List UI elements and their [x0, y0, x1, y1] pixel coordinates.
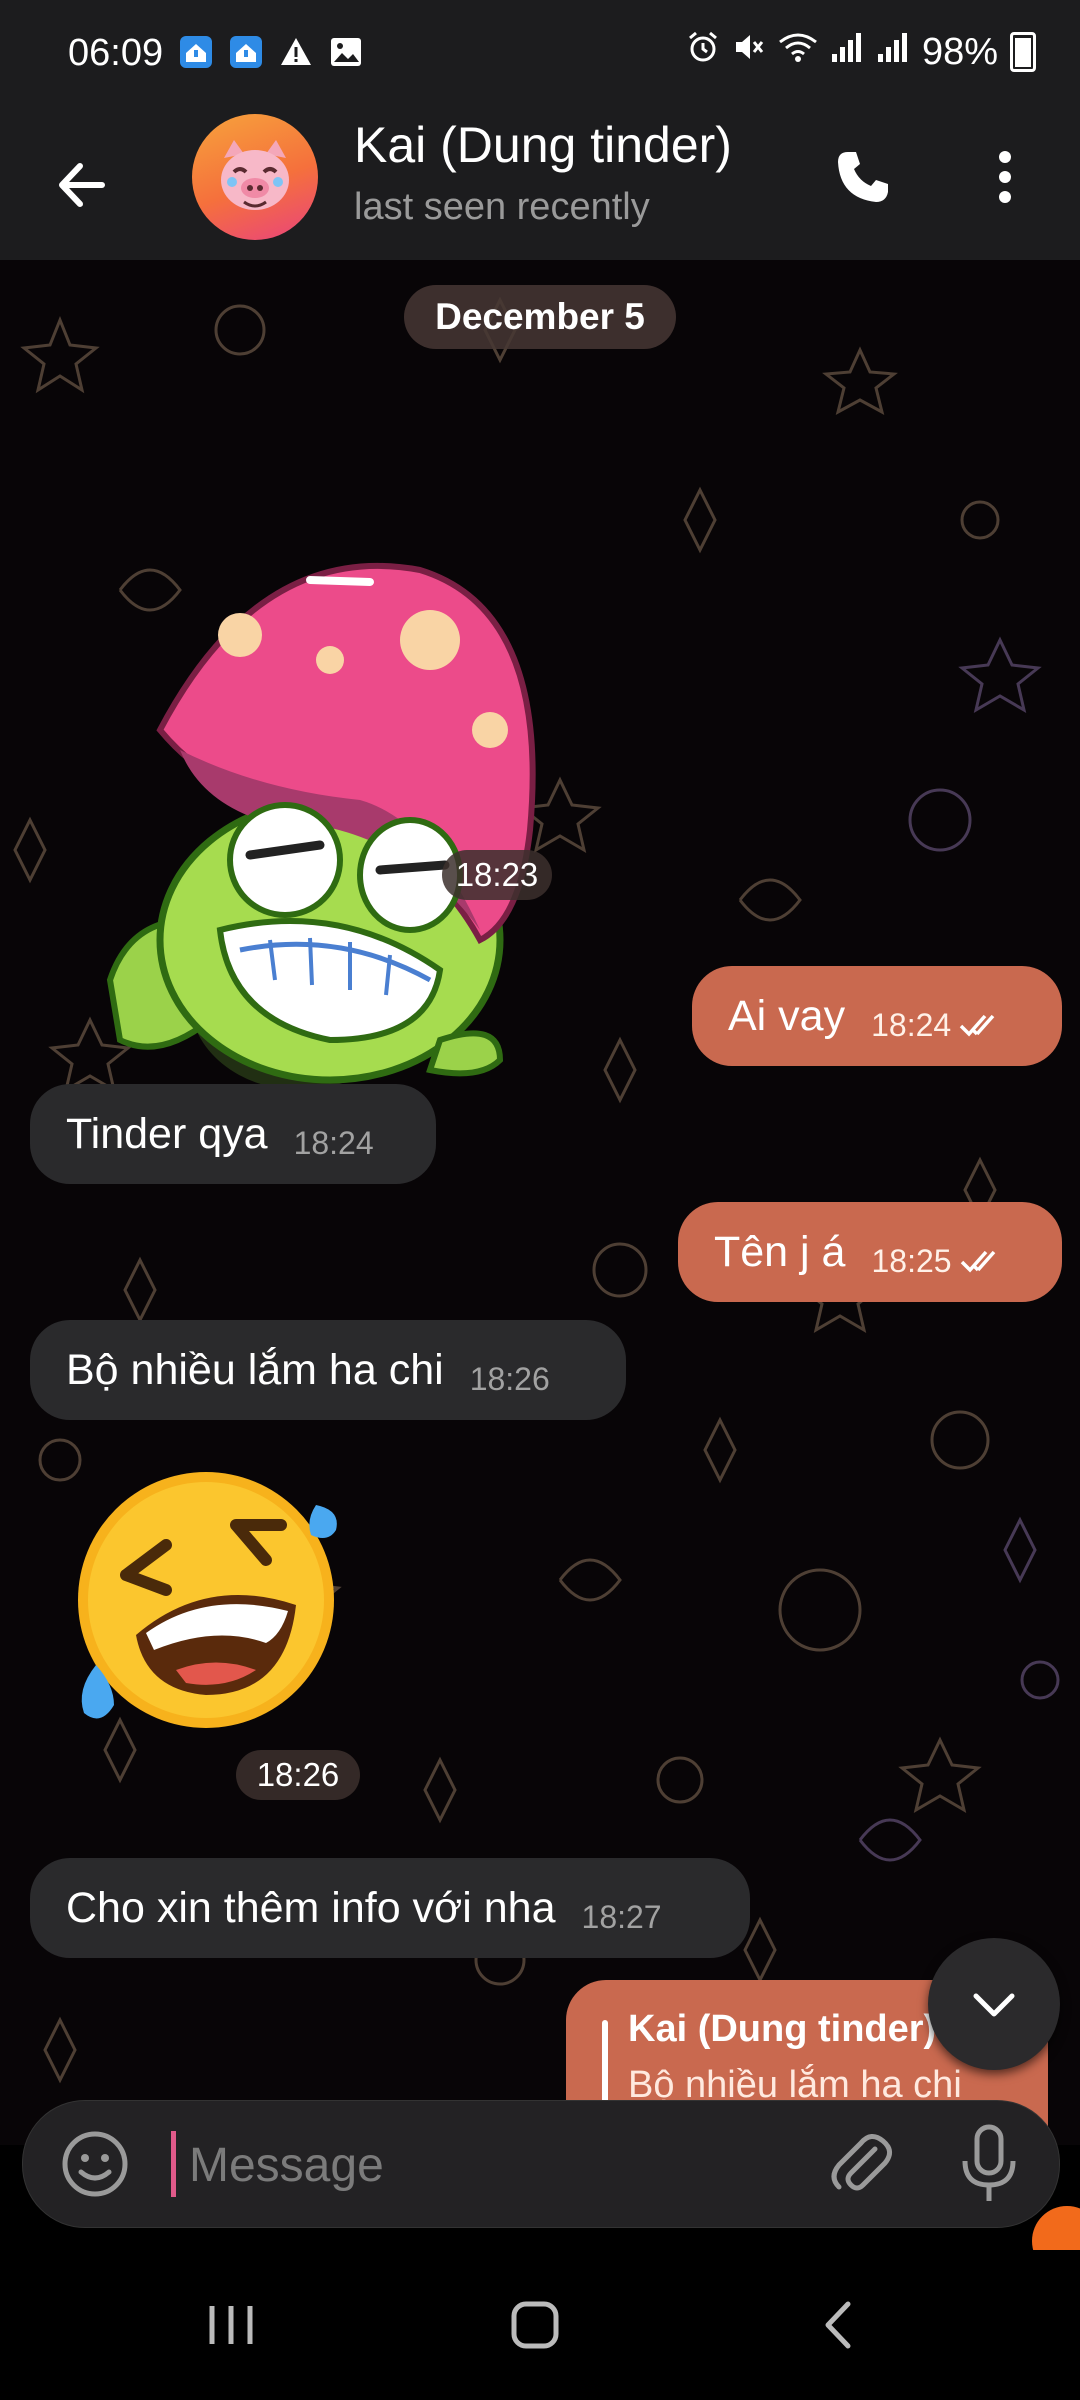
- status-time: 06:09: [68, 32, 164, 74]
- back-nav-button[interactable]: [794, 2290, 884, 2360]
- call-button[interactable]: [828, 142, 898, 212]
- message-text: Tinder qya: [66, 1109, 268, 1158]
- mute-icon: [732, 30, 766, 74]
- more-vertical-icon: [999, 151, 1011, 203]
- system-status: 98%: [686, 30, 1036, 74]
- sticker-message[interactable]: [100, 500, 550, 1130]
- message-list[interactable]: December 5 18:23 Ai vay 18:24 Tinder qya…: [0, 260, 1080, 2145]
- chat-header: Kai (Dung tinder) last seen recently: [0, 110, 1080, 260]
- system-navigation-bar: [0, 2250, 1080, 2400]
- message-text: Cho xin thêm info với nha: [66, 1883, 556, 1932]
- attach-button[interactable]: [823, 2125, 899, 2201]
- outgoing-message[interactable]: Tên j á 18:25: [678, 1202, 1062, 1302]
- battery-level: 98%: [921, 30, 998, 73]
- message-time: 18:25: [871, 1242, 952, 1279]
- battery-icon: [1010, 32, 1036, 72]
- back-button[interactable]: [48, 150, 118, 220]
- double-check-icon: [960, 1250, 995, 1273]
- laughing-emoji-sticker: [78, 1472, 337, 1728]
- message-text: Tên j á: [714, 1227, 846, 1276]
- home-alert-icon: [178, 34, 214, 70]
- paperclip-icon: [831, 2134, 892, 2191]
- image-icon: [328, 34, 364, 70]
- recent-apps-icon: [209, 2306, 253, 2344]
- message-time: 18:26: [236, 1750, 360, 1800]
- message-time: 18:24: [293, 1124, 374, 1161]
- message-text: Ai vay: [728, 991, 846, 1040]
- message-input[interactable]: [187, 2121, 811, 2209]
- recent-apps-button[interactable]: [186, 2290, 276, 2360]
- home-button[interactable]: [490, 2290, 580, 2360]
- message-time: 18:27: [581, 1898, 662, 1935]
- status-bar: 06:09 98%: [0, 0, 1080, 110]
- chevron-down-icon: [973, 1993, 1015, 2017]
- incoming-message[interactable]: Cho xin thêm info với nha 18:27: [30, 1858, 750, 1958]
- home-icon: [511, 2301, 559, 2349]
- phone-icon: [838, 152, 888, 202]
- message-composer: [22, 2100, 1060, 2228]
- wifi-icon: [778, 30, 818, 74]
- reply-author: Kai (Dung tinder): [628, 2008, 937, 2050]
- back-chevron-icon: [825, 2301, 851, 2349]
- alarm-icon: [686, 30, 720, 74]
- sticker-message[interactable]: [66, 1465, 356, 1735]
- avatar[interactable]: [192, 114, 318, 240]
- message-time: 18:24: [871, 1006, 952, 1043]
- emoji-button[interactable]: [59, 2128, 131, 2200]
- signal-icon: [876, 30, 910, 74]
- message-time: 18:26: [469, 1360, 550, 1397]
- date-separator: December 5: [404, 285, 676, 349]
- text-cursor: [171, 2131, 176, 2197]
- incoming-message[interactable]: Bộ nhiều lắm ha chi 18:26: [30, 1320, 626, 1420]
- mushroom-frog-sticker: [106, 563, 536, 1090]
- home-alert-icon: [228, 34, 264, 70]
- microphone-icon: [962, 2124, 1016, 2201]
- incoming-message[interactable]: Tinder qya 18:24: [30, 1084, 436, 1184]
- scroll-to-bottom-button[interactable]: [928, 1938, 1060, 2070]
- double-check-icon: [959, 1014, 995, 1037]
- notification-icons: [178, 34, 364, 70]
- pig-face-icon: [221, 140, 289, 210]
- arrow-left-icon: [59, 163, 105, 207]
- voice-message-button[interactable]: [953, 2121, 1025, 2207]
- outgoing-message[interactable]: Ai vay 18:24: [692, 966, 1062, 1066]
- last-seen-status: last seen recently: [354, 186, 650, 228]
- message-text: Bộ nhiều lắm ha chi: [66, 1345, 444, 1394]
- warning-icon: [278, 34, 314, 70]
- signal-icon: [830, 30, 864, 74]
- smiley-icon: [62, 2131, 128, 2197]
- chat-title[interactable]: Kai (Dung tinder): [354, 116, 732, 174]
- message-time: 18:23: [442, 850, 552, 900]
- more-options-button[interactable]: [980, 142, 1030, 212]
